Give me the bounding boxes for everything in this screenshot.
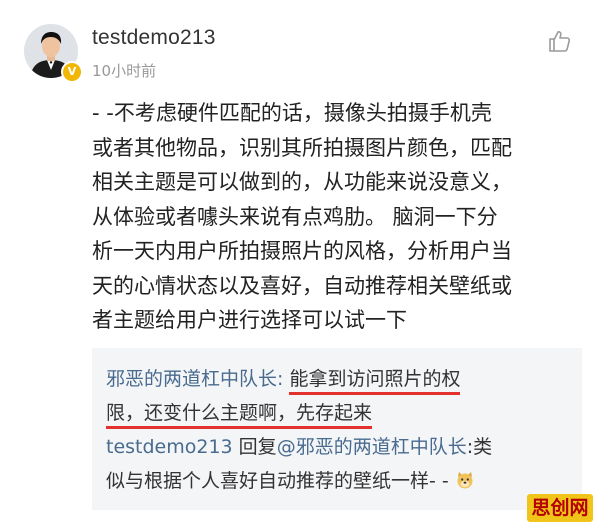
comment-line: 从体验或者噱头来说有点鸡肋。 脑洞一下分 — [92, 204, 498, 229]
username[interactable]: testdemo213 — [92, 26, 216, 50]
doge-emoji-icon — [455, 467, 475, 489]
reply-line: testdemo213 回复@邪恶的两道杠中队长:类 — [106, 430, 576, 464]
avatar[interactable]: V — [24, 24, 83, 83]
reply-line: 邪恶的两道杠中队长: 能拿到访问照片的权 — [106, 362, 576, 396]
comment-body: - -不考虑硬件匹配的话，摄像头拍摄手机壳 或者其他物品，识别其所拍摄图片颜色，… — [92, 96, 582, 338]
site-watermark: 思创网 — [527, 494, 593, 522]
highlighted-reply-text: 限，还变什么主题啊，先存起来 — [106, 402, 373, 429]
comment-line: 相关主题是可以做到的，从功能来说没意义， — [92, 170, 512, 194]
comment-screen: V testdemo213 10小时前 - -不考虑硬件匹配的话，摄像头拍摄手机… — [0, 0, 596, 525]
reply-author-link[interactable]: testdemo213 — [106, 436, 233, 458]
comment-line: 析一天内用户所拍摄照片的风格，分析用户当 — [92, 239, 512, 263]
verified-badge-icon: V — [61, 61, 83, 83]
reply-text: 邪恶的两道杠中队长: 能拿到访问照片的权 限，还变什么主题啊，先存起来 test… — [106, 362, 576, 498]
timestamp: 10小时前 — [92, 62, 157, 80]
comment-line: 或者其他物品，识别其所拍摄图片颜色，匹配 — [92, 135, 512, 160]
reply-content: 类 — [473, 436, 493, 458]
reply-content: 似与根据个人喜好自动推荐的壁纸一样- - — [106, 470, 449, 492]
highlighted-reply-text: 能拿到访问照片的权 — [289, 368, 461, 395]
comment-line: 天的心情状态以及喜好，自动推荐相关壁纸或 — [92, 273, 512, 298]
reply-line: 似与根据个人喜好自动推荐的壁纸一样- - — [106, 464, 576, 498]
mention-link[interactable]: @邪恶的两道杠中队长 — [277, 436, 467, 458]
reply-colon: : — [277, 368, 290, 390]
reply-author-link[interactable]: 邪恶的两道杠中队长 — [106, 368, 277, 390]
reply-line: 限，还变什么主题啊，先存起来 — [106, 396, 576, 430]
thumbs-up-icon[interactable] — [546, 28, 572, 54]
reply-word: 回复 — [232, 436, 277, 458]
comment-line: - -不考虑硬件匹配的话，摄像头拍摄手机壳 — [92, 101, 492, 125]
reply-thread: 邪恶的两道杠中队长: 能拿到访问照片的权 限，还变什么主题啊，先存起来 test… — [92, 348, 582, 510]
comment-line: 者主题给用户进行选择可以试一下 — [92, 308, 407, 332]
